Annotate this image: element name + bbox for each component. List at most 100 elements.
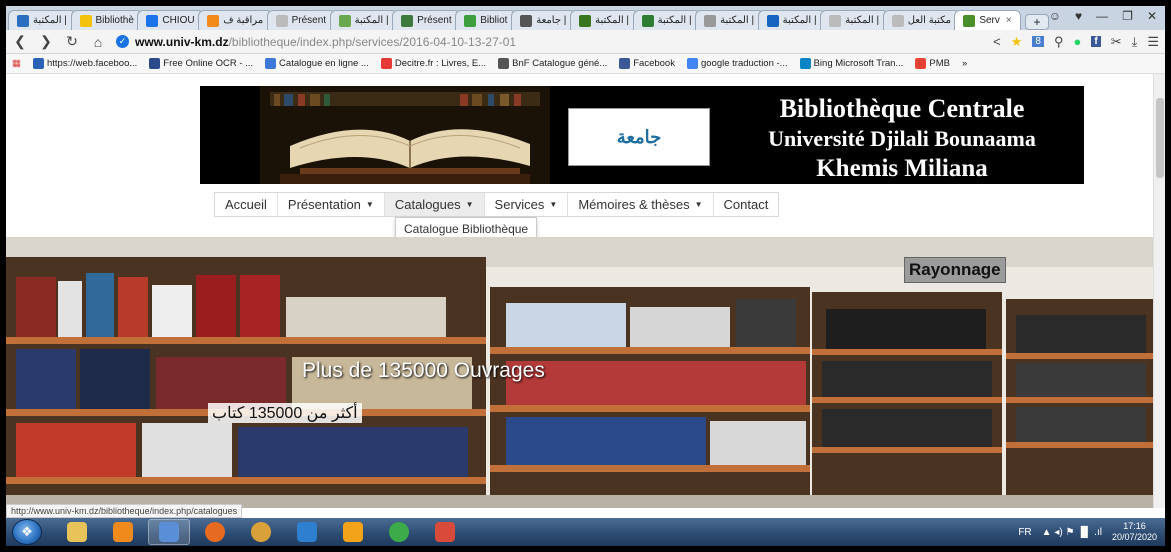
menu-item-catalogues[interactable]: Catalogues ▼ [384, 193, 485, 216]
browser-tab[interactable]: مراقبة ف [198, 10, 273, 30]
browser-tab[interactable]: المكتبة | [8, 10, 77, 30]
tab-label: المكتبة | [33, 15, 67, 26]
hero-caption-fr: Plus de 135000 Ouvrages [302, 359, 545, 382]
forward-icon[interactable]: ❯ [38, 33, 54, 50]
tab-label: المكتبة | [782, 15, 817, 26]
browser-tab[interactable]: المكتبة | [329, 10, 399, 30]
tab-close-icon[interactable]: × [1006, 15, 1012, 26]
search-icon[interactable]: ⚲ [1054, 34, 1064, 50]
browser-tab[interactable]: CHIOU [137, 10, 205, 30]
menu-item-présentation[interactable]: Présentation ▼ [278, 193, 385, 216]
rayonnage-badge: Rayonnage [904, 257, 1006, 283]
search-engine-icon[interactable]: 8 [1032, 36, 1044, 47]
bookmark-label: Free Online OCR - ... [163, 58, 254, 69]
menu-item-accueil[interactable]: Accueil [215, 193, 278, 216]
logo-text: جامعة [616, 126, 662, 148]
browser-tab[interactable]: مكتبة العل [882, 10, 961, 30]
facebook-icon[interactable]: f [1091, 36, 1101, 47]
download-icon[interactable]: ⤓ [1132, 34, 1138, 50]
browser-tab[interactable]: جامعة | [511, 10, 577, 30]
bookmark-favicon-icon [265, 58, 277, 69]
tab-favicon-icon [520, 14, 533, 27]
bookmark-item[interactable]: Catalogue en ligne ... [265, 58, 369, 69]
maximize-button[interactable]: ❐ [1122, 9, 1133, 23]
browser-tab[interactable]: Serv × [954, 10, 1022, 30]
taskbar-media-icon[interactable] [286, 519, 328, 545]
reload-icon[interactable]: ↻ [64, 33, 80, 50]
extension-icon[interactable]: ♥ [1075, 9, 1082, 23]
bookmark-label: Bing Microsoft Tran... [813, 58, 904, 69]
tab-label: Présent [291, 15, 327, 26]
browser-tab[interactable]: المكتبة | [695, 10, 764, 30]
tray-icons[interactable]: ▲ ◂) ⚑ ▐▌ .ıl [1042, 527, 1102, 538]
bookmarks-overflow-icon[interactable]: » [962, 58, 967, 69]
scissors-icon[interactable]: ✂ [1111, 34, 1122, 50]
bookmark-label: Decitre.fr : Livres, E... [394, 58, 487, 69]
bookmark-favicon-icon [380, 58, 392, 69]
clock-date: 20/07/2020 [1111, 532, 1157, 542]
apps-icon[interactable]: ▦ [12, 58, 21, 69]
menu-item-mémoires-thèses[interactable]: Mémoires & thèses ▼ [568, 193, 714, 216]
taskbar-firefox-icon[interactable] [194, 519, 236, 545]
menu-item-services[interactable]: Services ▼ [485, 193, 569, 216]
browser-tab[interactable]: Bibliot [455, 10, 518, 30]
account-icon[interactable]: ☺ [1049, 9, 1061, 23]
browser-tab[interactable]: Présent [392, 10, 462, 30]
browser-tab[interactable]: Présent [266, 10, 336, 30]
menu-item-label: Mémoires & thèses [578, 197, 690, 212]
status-bar-url: http://www.univ-km.dz/bibliotheque/index… [6, 504, 243, 518]
tab-label: المكتبة | [720, 15, 755, 26]
tab-favicon-icon [579, 14, 592, 27]
menu-item-contact[interactable]: Contact [714, 193, 779, 216]
scrollbar-thumb[interactable] [1156, 98, 1164, 178]
hero-image: Rayonnage Plus de 135000 Ouvrages أكثر م… [6, 237, 1153, 508]
new-tab-button[interactable]: + [1025, 14, 1049, 30]
browser-tab[interactable]: المكتبة | [820, 10, 889, 30]
taskbar-explorer-icon[interactable] [56, 519, 98, 545]
clock[interactable]: 17:16 20/07/2020 [1112, 521, 1157, 543]
close-window-button[interactable]: ✕ [1147, 9, 1157, 23]
bookmark-label: google traduction -... [700, 58, 788, 69]
bookmark-item[interactable]: google traduction -... [686, 58, 788, 69]
share-icon[interactable]: < [993, 34, 1001, 49]
bookmark-favicon-icon [498, 58, 510, 69]
taskbar-chrome-icon[interactable] [378, 519, 420, 545]
minimize-button[interactable]: — [1096, 9, 1108, 23]
whatsapp-icon[interactable]: ● [1073, 34, 1081, 49]
page-scrollbar[interactable] [1153, 74, 1165, 508]
bookmark-item[interactable]: https://web.faceboo... [32, 58, 137, 69]
menu-item-label: Contact [723, 197, 769, 212]
taskbar-loading-icon[interactable] [424, 519, 466, 545]
bookmark-item[interactable]: Bing Microsoft Tran... [799, 58, 904, 69]
menu-item-label: Accueil [225, 197, 267, 212]
browser-tab[interactable]: Bibliothè [70, 10, 144, 30]
bookmark-item[interactable]: BnF Catalogue géné... [498, 58, 607, 69]
main-menu: Accueil Présentation ▼ Catalogues ▼ Services ▼… [214, 192, 780, 217]
caret-down-icon: ▼ [465, 200, 474, 209]
taskbar-vlc-icon[interactable] [102, 519, 144, 545]
bookmark-favicon-icon [915, 58, 927, 69]
explorer-glyph-icon [67, 522, 87, 542]
bookmark-item[interactable]: Facebook [619, 58, 675, 69]
browser-tab[interactable]: المكتبة | [757, 10, 827, 30]
bookmark-item[interactable]: Free Online OCR - ... [149, 58, 253, 69]
home-icon[interactable]: ⌂ [90, 34, 106, 50]
browser-tab[interactable]: المكتبة | [632, 10, 702, 30]
bookmark-label: PMB [929, 58, 950, 69]
address-bar[interactable]: ✓ www.univ-km.dz/bibliotheque/index.php/… [116, 32, 983, 51]
taskbar-search-icon[interactable] [332, 519, 374, 545]
bookmark-item[interactable]: Decitre.fr : Livres, E... [380, 58, 487, 69]
star-icon[interactable]: ★ [1011, 34, 1023, 50]
browser-tab[interactable]: المكتبة | [570, 10, 639, 30]
back-icon[interactable]: ❮ [12, 33, 28, 50]
tab-favicon-icon [829, 14, 842, 27]
toolbar-right: < ★ 8 ⚲ ● f ✂ ⤓ ☰ [993, 34, 1159, 50]
language-indicator[interactable]: FR [1018, 527, 1031, 538]
bookmark-item[interactable]: PMB [915, 58, 950, 69]
taskbar-app-s-icon[interactable] [148, 519, 190, 545]
books-image [260, 86, 550, 184]
tab-favicon-icon [766, 14, 779, 27]
start-button[interactable]: ❖ [12, 519, 42, 545]
menu-icon[interactable]: ☰ [1147, 34, 1159, 50]
taskbar-paint-icon[interactable] [240, 519, 282, 545]
